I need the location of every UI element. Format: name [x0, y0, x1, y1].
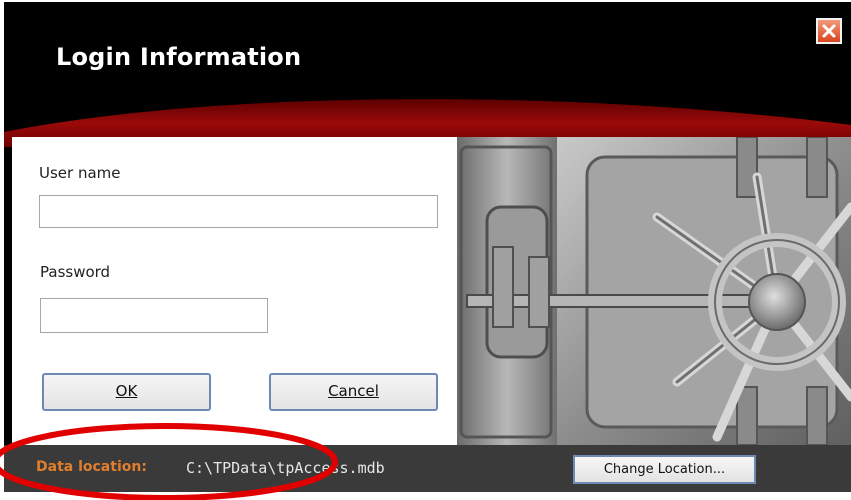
username-label: User name	[39, 164, 121, 182]
password-input[interactable]	[40, 298, 268, 333]
close-button[interactable]	[816, 18, 842, 44]
cancel-button-label: Cancel	[328, 382, 379, 400]
username-input[interactable]	[39, 195, 438, 228]
annotation-ellipse	[0, 423, 338, 500]
dialog-title: Login Information	[56, 43, 302, 71]
login-form-panel: User name Password OK Cancel	[12, 137, 457, 445]
change-location-button[interactable]: Change Location...	[573, 455, 756, 484]
cancel-button[interactable]: Cancel	[269, 373, 438, 411]
vault-door-icon	[457, 137, 851, 445]
ok-button-label: OK	[115, 382, 138, 400]
close-icon	[822, 24, 836, 38]
password-label: Password	[40, 263, 111, 281]
ok-button[interactable]: OK	[42, 373, 211, 411]
